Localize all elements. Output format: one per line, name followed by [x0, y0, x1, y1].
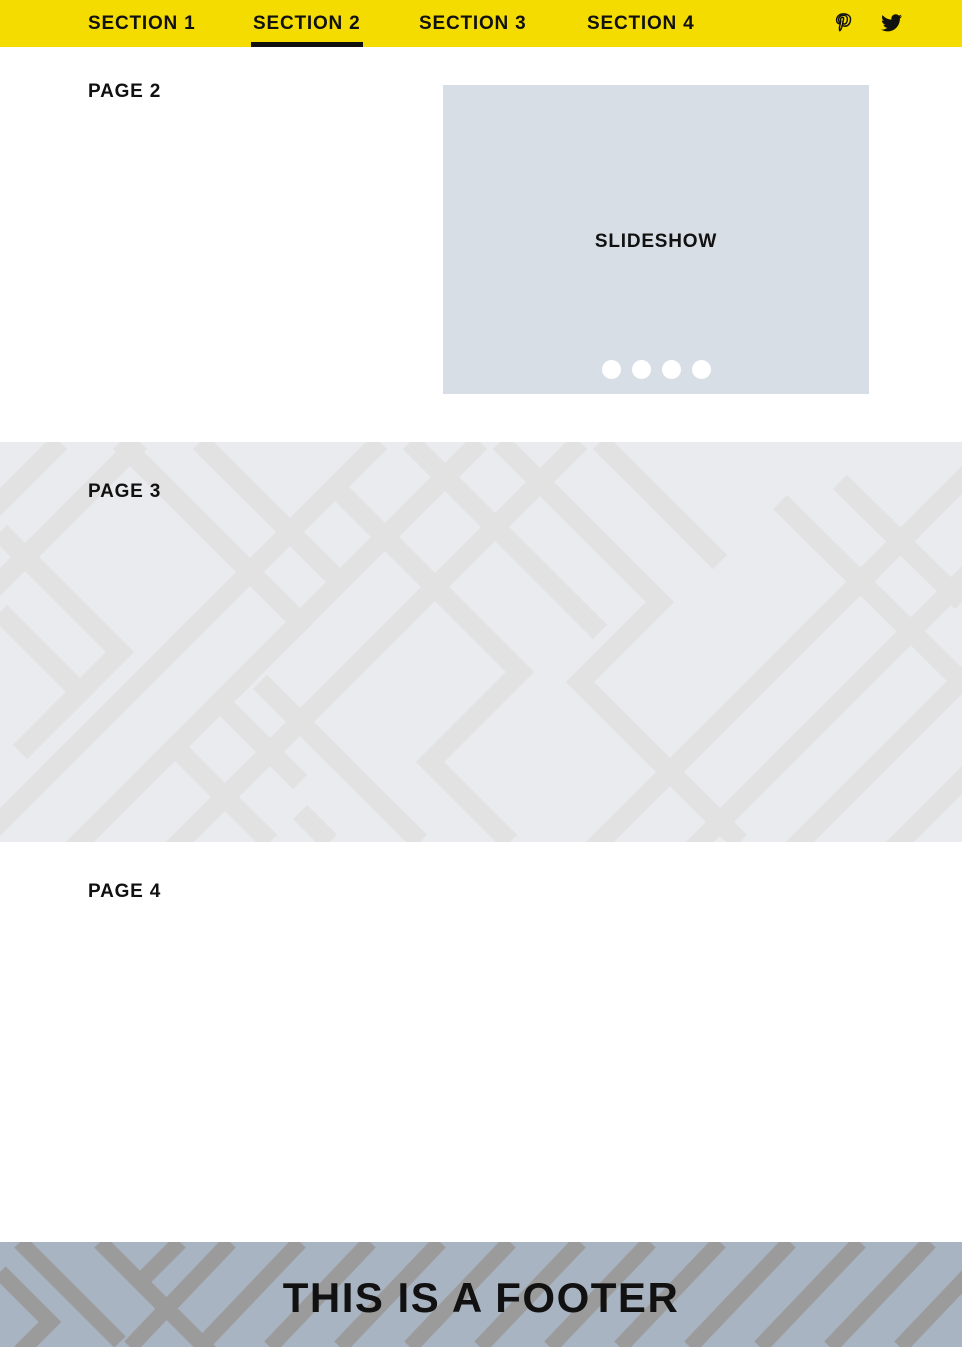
footer-title: THIS IS A FOOTER [282, 1274, 680, 1321]
nav-section-4[interactable]: SECTION 4 [587, 0, 695, 47]
nav-section-2[interactable]: SECTION 2 [251, 0, 362, 47]
slideshow-dots [443, 360, 869, 379]
top-nav: SECTION 1 SECTION 2 SECTION 3 SECTION 4 [0, 0, 962, 47]
nav-section-1[interactable]: SECTION 1 [88, 0, 196, 47]
slideshow-dot[interactable] [661, 360, 681, 379]
footer: THIS IS A FOOTER [0, 1242, 962, 1347]
slideshow-dot[interactable] [631, 360, 651, 379]
slideshow-dot[interactable] [691, 360, 711, 379]
page-3-section: PAGE 3 [0, 442, 962, 842]
pinterest-icon[interactable] [833, 12, 853, 34]
slideshow-dot[interactable] [601, 360, 621, 379]
nav-section-3[interactable]: SECTION 3 [419, 0, 527, 47]
page-2-title: PAGE 2 [88, 81, 162, 102]
page-4-title: PAGE 4 [88, 881, 162, 902]
page-3-title: PAGE 3 [88, 481, 162, 502]
twitter-icon[interactable] [880, 12, 904, 34]
slideshow[interactable]: SLIDESHOW [443, 85, 869, 394]
slideshow-label: SLIDESHOW [594, 231, 718, 252]
